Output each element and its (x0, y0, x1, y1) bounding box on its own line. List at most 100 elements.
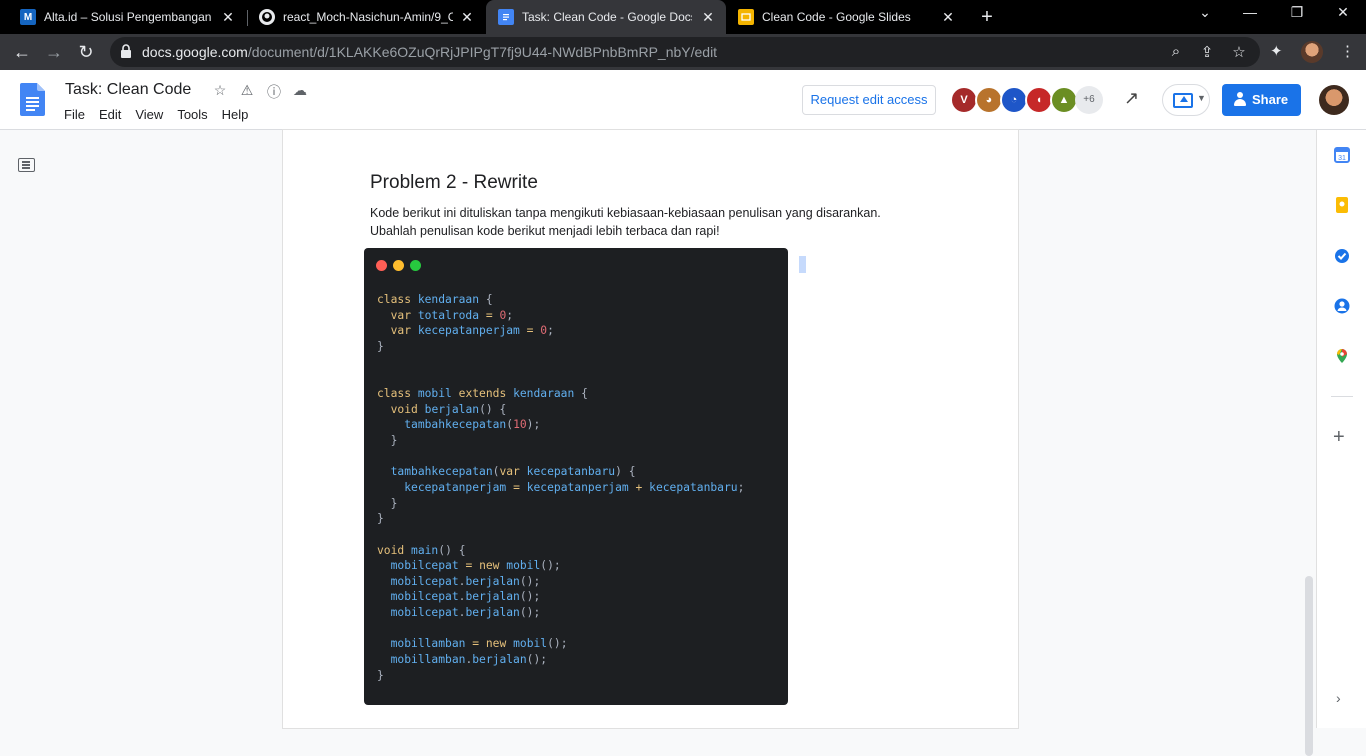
close-tab-icon[interactable]: ✕ (940, 9, 956, 25)
code-line: var kecepatanperjam = 0; (390, 324, 554, 338)
browser-tab-strip: M Alta.id – Solusi Pengembangan SDM ✕ re… (0, 0, 1366, 34)
code-line: } (377, 339, 384, 353)
collaborator-avatar[interactable]: ◕ (975, 86, 1003, 114)
menu-bar: File Edit View Tools Help (64, 107, 262, 122)
calendar-icon[interactable]: 31 (1334, 147, 1350, 163)
restore-icon[interactable]: ❐ (1287, 4, 1307, 21)
person-icon (1234, 92, 1246, 106)
code-line: mobilcepat.berjalan(); (390, 606, 541, 620)
reload-icon[interactable]: ↻ (74, 40, 98, 64)
present-screen-icon (1173, 93, 1193, 108)
github-favicon-icon (259, 9, 275, 25)
url-text: docs.google.com/document/d/1KLAKKe6OZuQr… (142, 44, 717, 60)
back-icon[interactable]: ← (10, 40, 34, 64)
browser-tab-github[interactable]: react_Moch-Nasichun-Amin/9_Cl... ✕ (247, 0, 485, 34)
document-page[interactable]: Problem 2 - Rewrite Kode berikut ini dit… (283, 130, 1018, 728)
tab-title: react_Moch-Nasichun-Amin/9_Cl... (283, 10, 453, 24)
collaborator-avatar[interactable]: ◖ (1025, 86, 1053, 114)
url-path: /document/d/1KLAKKe6OZuQrRjJPIPgT7fj9U44… (247, 44, 718, 60)
minimize-icon[interactable]: — (1240, 4, 1260, 20)
paragraph-line: Kode berikut ini dituliskan tanpa mengik… (370, 206, 881, 220)
instruction-paragraph: Kode berikut ini dituliskan tanpa mengik… (370, 204, 930, 240)
contacts-icon[interactable] (1334, 298, 1350, 314)
code-line: var totalroda = 0; (390, 308, 514, 322)
browser-tab-alta[interactable]: M Alta.id – Solusi Pengembangan SDM ✕ (8, 0, 246, 34)
close-tab-icon[interactable]: ✕ (220, 9, 236, 25)
code-line: } (390, 433, 398, 447)
side-panel: 31 + › (1316, 130, 1366, 728)
tasks-icon[interactable] (1334, 248, 1350, 264)
keep-icon[interactable] (1334, 197, 1350, 213)
share-page-icon[interactable]: ⇪ (1198, 43, 1216, 61)
menu-tools[interactable]: Tools (177, 107, 207, 122)
code-block: class kendaraan { var totalroda = 0; var… (377, 292, 744, 683)
code-line: class mobil extends kendaraan { (377, 386, 588, 400)
chevron-down-icon: ▼ (1197, 93, 1206, 103)
tab-title: Clean Code - Google Slides (762, 10, 911, 24)
google-docs-logo-icon[interactable] (20, 83, 45, 116)
code-line: void main() { (377, 543, 466, 557)
forward-icon[interactable]: → (42, 40, 66, 64)
close-tab-icon[interactable]: ✕ (459, 9, 475, 25)
browser-tab-docs[interactable]: Task: Clean Code - Google Docs ✕ (486, 0, 726, 34)
code-line: tambahkecepatan(10); (404, 418, 541, 432)
alta-favicon-icon: M (20, 9, 36, 25)
menu-view[interactable]: View (135, 107, 163, 122)
section-heading: Problem 2 - Rewrite (370, 172, 538, 193)
paragraph-line: Ubahlah penulisan kode berikut menjadi l… (370, 224, 720, 238)
chevron-right-icon[interactable]: › (1336, 690, 1341, 706)
new-tab-icon[interactable]: + (977, 6, 997, 29)
lock-icon[interactable] (120, 44, 132, 58)
tab-search-icon[interactable]: ⌄ (1195, 4, 1215, 21)
account-avatar[interactable] (1319, 85, 1349, 115)
menu-file[interactable]: File (64, 107, 85, 122)
close-tab-icon[interactable]: ✕ (700, 9, 716, 25)
extensions-puzzle-icon[interactable]: ✦ (1270, 42, 1283, 60)
vertical-scrollbar[interactable] (1305, 576, 1313, 756)
menu-help[interactable]: Help (222, 107, 249, 122)
window-dot-green-icon (410, 260, 421, 271)
present-button[interactable]: ▼ (1162, 84, 1210, 116)
cloud-status-icon[interactable]: ☁ (291, 82, 309, 99)
code-line: } (377, 512, 384, 526)
star-icon[interactable]: ☆ (211, 82, 229, 99)
share-label: Share (1252, 92, 1289, 107)
zoom-search-icon[interactable]: ⌕ (1167, 43, 1185, 60)
activity-trend-icon[interactable]: ↗ (1124, 88, 1139, 109)
collaborator-avatar[interactable]: ▲ (1050, 86, 1078, 114)
move-to-drive-icon[interactable]: ⚠ (238, 82, 256, 99)
code-line: tambahkecepatan(var kecepatanbaru) { (390, 465, 636, 479)
add-addon-icon[interactable]: + (1333, 426, 1345, 449)
side-panel-divider (1331, 396, 1353, 397)
request-edit-access-button[interactable]: Request edit access (802, 85, 936, 115)
window-dot-yellow-icon (393, 260, 404, 271)
bookmark-star-icon[interactable]: ☆ (1230, 43, 1248, 61)
tab-title: Alta.id – Solusi Pengembangan SDM (44, 10, 214, 24)
address-bar[interactable]: docs.google.com/document/d/1KLAKKe6OZuQr… (110, 37, 1260, 67)
menu-edit[interactable]: Edit (99, 107, 121, 122)
info-icon[interactable]: ⓘ (265, 82, 283, 102)
document-title[interactable]: Task: Clean Code (65, 81, 191, 99)
collaborator-avatar[interactable]: V (950, 86, 978, 114)
url-host: docs.google.com (142, 44, 248, 60)
code-line: mobillamban = new mobil(); (390, 637, 568, 651)
profile-avatar[interactable] (1301, 41, 1323, 63)
browser-tab-slides[interactable]: Clean Code - Google Slides ✕ (726, 0, 966, 34)
window-dot-red-icon (376, 260, 387, 271)
chrome-menu-icon[interactable]: ⋮ (1340, 42, 1355, 60)
docs-header: Task: Clean Code ☆ ⚠ ⓘ ☁ File Edit View … (0, 70, 1366, 130)
code-line: void berjalan() { (390, 402, 507, 416)
share-button[interactable]: Share (1222, 84, 1301, 116)
code-line: } (377, 668, 384, 682)
document-outline-icon[interactable] (18, 158, 35, 172)
collaborator-avatar[interactable]: ◔ (1000, 86, 1028, 114)
window-close-icon[interactable]: ✕ (1333, 4, 1353, 21)
maps-icon[interactable] (1334, 348, 1350, 364)
browser-toolbar: ← → ↻ docs.google.com/document/d/1KLAKKe… (0, 34, 1366, 70)
more-collaborators-badge[interactable]: +6 (1075, 86, 1103, 114)
code-snippet-image: class kendaraan { var totalroda = 0; var… (364, 248, 788, 705)
code-line: mobilcepat.berjalan(); (390, 574, 541, 588)
